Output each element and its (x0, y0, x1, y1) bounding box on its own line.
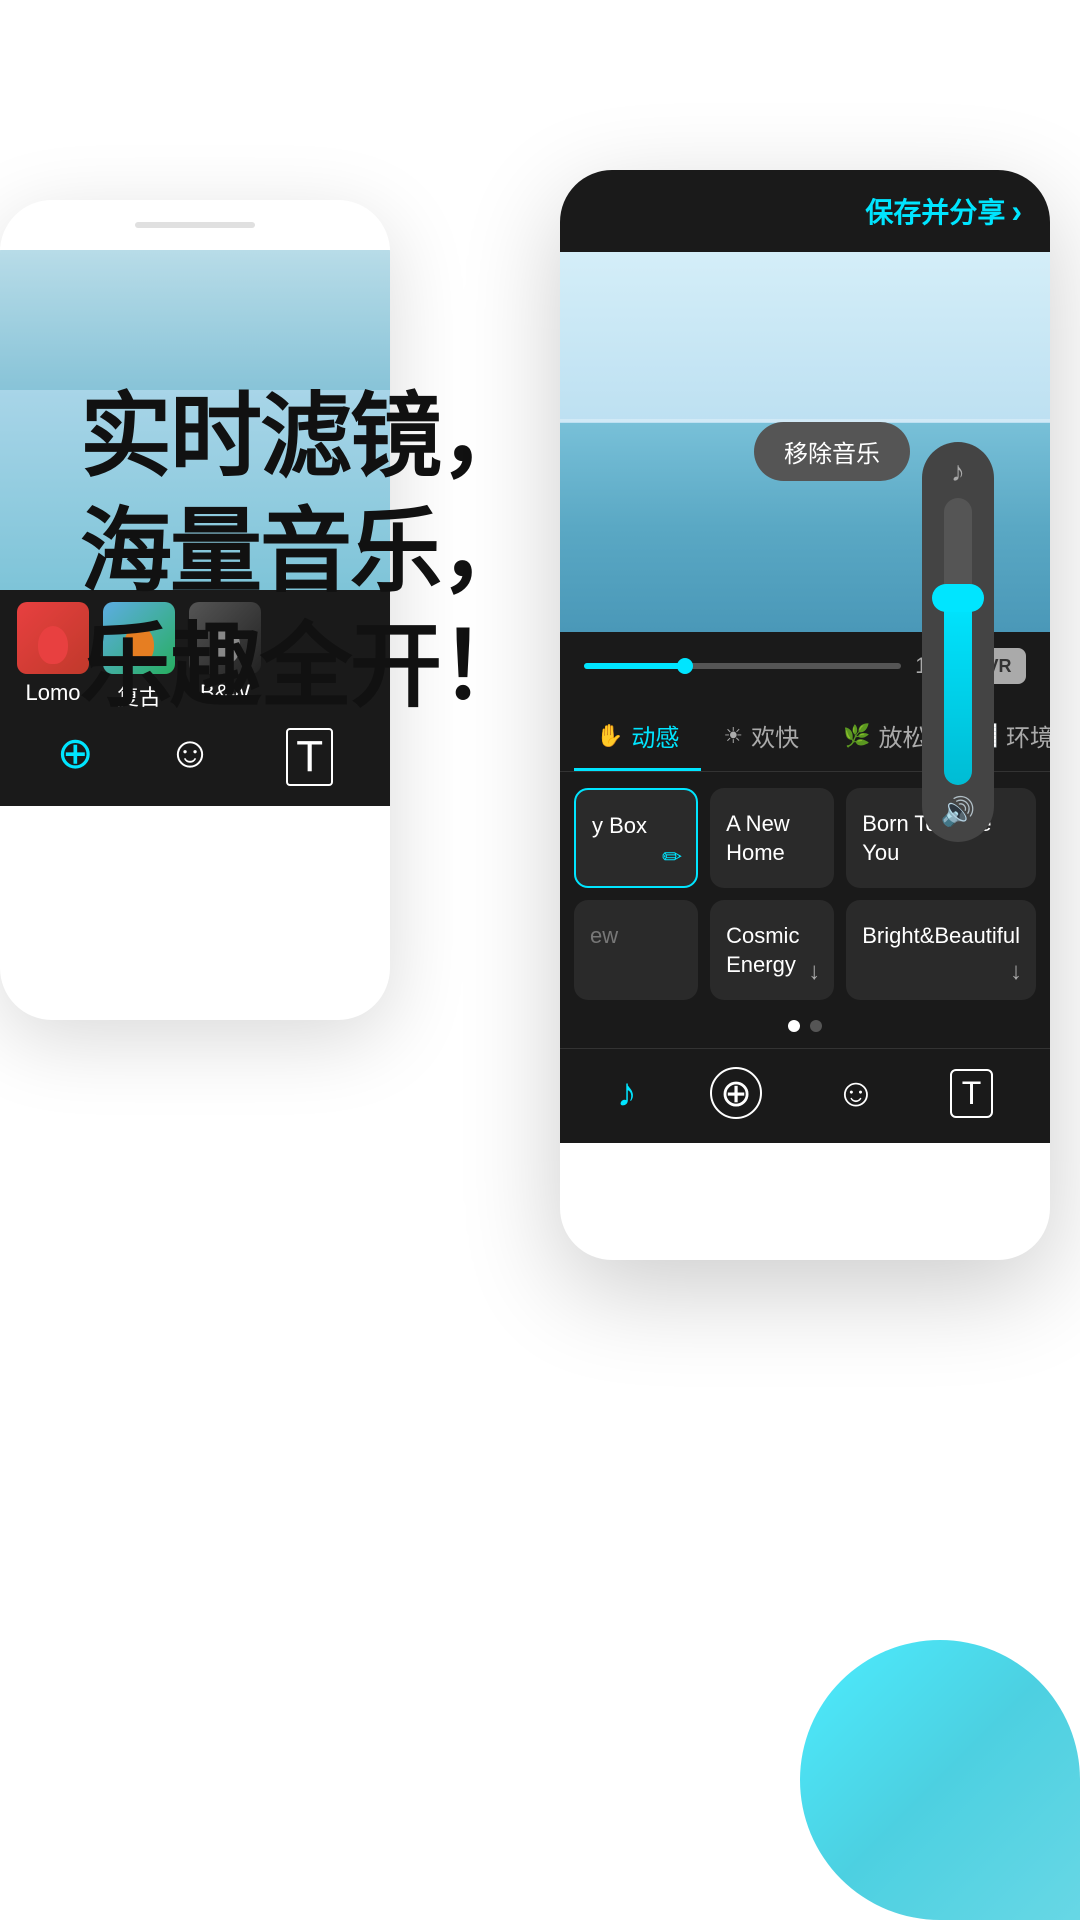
music-note-slider-icon: ♪ (951, 456, 965, 488)
color-adjust-icon[interactable]: ⊕ (57, 728, 94, 786)
emoji-icon[interactable]: ☺ (168, 728, 213, 786)
volume-track (944, 498, 972, 785)
download-icon-bright: ↓ (1010, 958, 1022, 986)
bottom-toolbar: ♪ ⊕ ☺ T (560, 1048, 1050, 1143)
text-icon[interactable]: T (286, 728, 333, 786)
pagination-dots (560, 1010, 1050, 1048)
progress-track[interactable] (584, 663, 901, 669)
tab-dynamic-label: 动感 (631, 718, 679, 753)
toolbar-effects-button[interactable]: ⊕ (710, 1067, 762, 1119)
filter-thumb-lomo (17, 602, 89, 674)
tab-happy-label: 欢快 (751, 718, 799, 753)
tab-dynamic[interactable]: ✋ 动感 (574, 700, 701, 771)
status-indicator (135, 222, 255, 228)
leaf-icon: 🌿 (843, 723, 870, 749)
tab-relaxed-label: 放松 (879, 718, 927, 753)
toolbar-emoji-icon: ☺ (835, 1071, 876, 1116)
save-share-label: 保存并分享 (865, 191, 1005, 231)
toolbar-music-icon: ♪ (617, 1071, 637, 1116)
filter-label-lomo: Lomo (25, 680, 80, 706)
remove-music-label: 移除音乐 (784, 441, 880, 468)
toolbar-text-button[interactable]: T (950, 1069, 994, 1118)
progress-fill (584, 663, 685, 669)
music-card-new[interactable]: ew (574, 900, 698, 1000)
status-bar-bg (0, 200, 390, 250)
toolbar-emoji-button[interactable]: ☺ (835, 1071, 876, 1116)
volume-fill (944, 598, 972, 785)
music-card-title-new-home: A New Home (726, 810, 818, 867)
phone-foreground: 保存并分享 › 移除音乐 ♪ 🔊 1:23 VR ✋ (560, 170, 1050, 1260)
save-share-arrow-icon: › (1011, 193, 1022, 230)
music-card-cosmic-energy[interactable]: Cosmic Energy ↓ (710, 900, 834, 1000)
music-card-title-cosmic: Cosmic Energy (726, 922, 818, 979)
download-icon-cosmic: ↓ (808, 958, 820, 986)
hand-icon: ✋ (596, 723, 623, 749)
tab-happy[interactable]: ☀ 欢快 (701, 700, 821, 771)
music-card-mystery-box[interactable]: y Box ✏ (574, 788, 698, 888)
music-card-new-home[interactable]: A New Home (710, 788, 834, 888)
volume-handle[interactable] (932, 584, 984, 612)
toolbar-music-button[interactable]: ♪ (617, 1071, 637, 1116)
balloon-icon-lomo (38, 626, 68, 664)
speaker-icon: 🔊 (941, 795, 976, 828)
bg-decoration (800, 1640, 1080, 1920)
dot-1 (788, 1020, 800, 1032)
toolbar-effects-icon: ⊕ (710, 1067, 762, 1119)
app-header: 保存并分享 › (560, 170, 1050, 252)
remove-music-button[interactable]: 移除音乐 (754, 422, 910, 481)
volume-slider[interactable]: ♪ 🔊 (922, 442, 994, 842)
dot-2 (810, 1020, 822, 1032)
save-share-button[interactable]: 保存并分享 › (865, 191, 1022, 231)
edit-icon: ✏ (662, 843, 682, 872)
music-card-bright-beautiful[interactable]: Bright&Beautiful ↓ (846, 900, 1036, 1000)
progress-handle[interactable] (677, 658, 693, 674)
music-card-title-new: ew (590, 922, 682, 951)
music-card-title-mystery-box: y Box (592, 812, 680, 841)
sun-icon: ☀ (723, 723, 743, 749)
toolbar-text-icon: T (950, 1069, 994, 1118)
music-card-title-bright: Bright&Beautiful (862, 922, 1020, 951)
tab-ambient-label: 环境音 (1006, 718, 1050, 753)
